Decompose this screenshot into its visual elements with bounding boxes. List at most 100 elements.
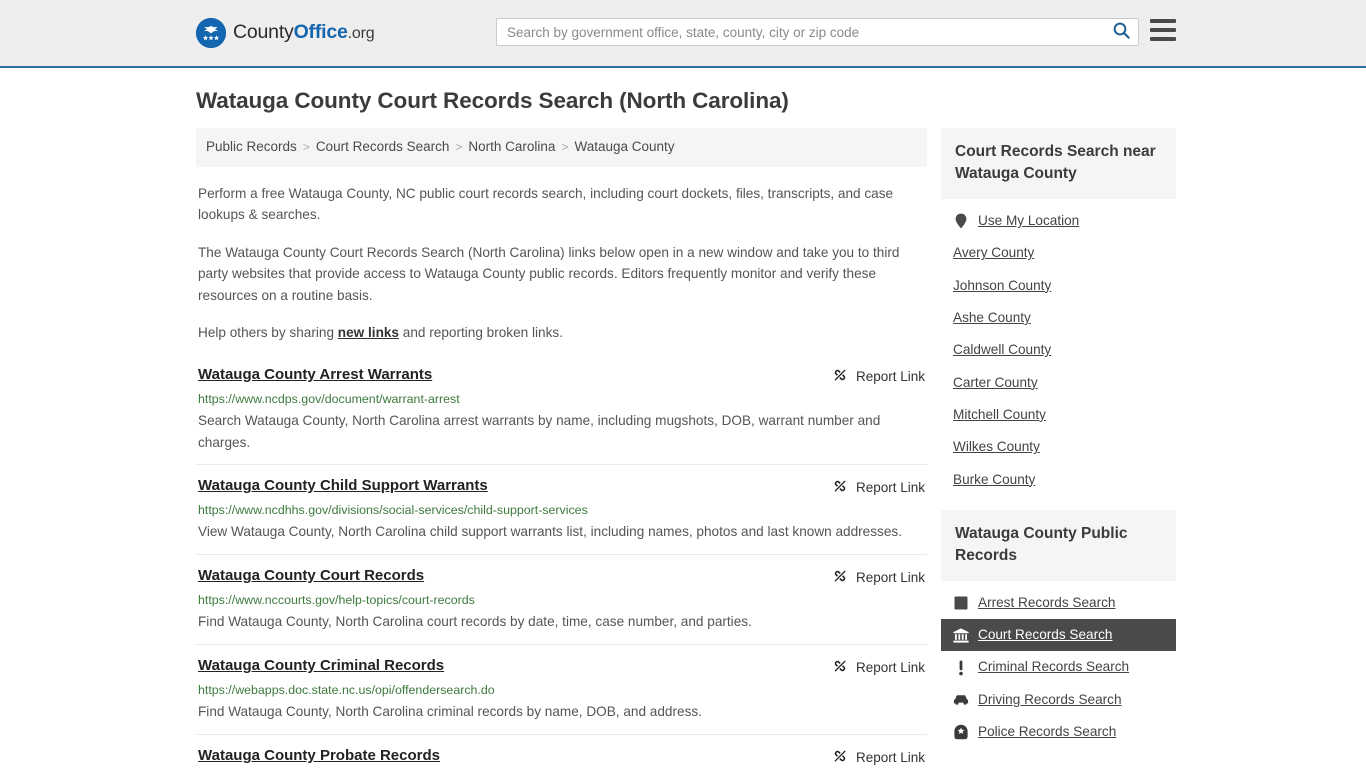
map-pin-icon [953, 213, 969, 229]
nearby-item-wilkes-county[interactable]: Wilkes County [941, 431, 1176, 463]
search-icon [1113, 22, 1130, 42]
nearby-item-label: Johnson County [953, 277, 1052, 293]
site-logo[interactable]: CountyOffice.org [196, 18, 375, 48]
hamburger-bar [1150, 37, 1176, 41]
public-records-item-arrest-records-search[interactable]: Arrest Records Search [941, 587, 1176, 619]
public-records-item-police-records-search[interactable]: Police Records Search [941, 716, 1176, 748]
intro-text: Perform a free Watauga County, NC public… [196, 183, 927, 344]
result-item: Watauga County Court Records Report Link h… [196, 554, 927, 644]
public-records-item-driving-records-search[interactable]: Driving Records Search [941, 684, 1176, 716]
result-title-link[interactable]: Watauga County Arrest Warrants [198, 366, 432, 385]
public-records-item-label: Court Records Search [978, 627, 1113, 643]
broken-link-icon [832, 658, 848, 677]
report-link-button[interactable]: Report Link [832, 366, 925, 386]
page-container: Watauga County Court Records Search (Nor… [0, 88, 1366, 768]
result-url: https://www.ncdps.gov/document/warrant-a… [198, 391, 460, 406]
result-header: Watauga County Court Records Report Link [198, 567, 925, 587]
public-records-list: Arrest Records Search Court Records Searc… [941, 581, 1176, 749]
breadcrumb-current: Watauga County [574, 139, 675, 154]
breadcrumb-link[interactable]: Public Records [206, 138, 297, 157]
result-title-link[interactable]: Watauga County Child Support Warrants [198, 477, 488, 496]
report-link-label: Report Link [855, 368, 925, 384]
logo-text-office: Office [293, 21, 348, 44]
nearby-item-use-my-location[interactable]: Use My Location [941, 205, 1176, 237]
police-badge-icon [953, 724, 969, 740]
nearby-list: Use My Location Avery County Johnson Count… [941, 199, 1176, 496]
search-bar [496, 18, 1139, 46]
breadcrumb-separator: > [302, 140, 310, 155]
page-title: Watauga County Court Records Search (Nor… [196, 88, 789, 113]
result-description: Find Watauga County, North Carolina cour… [198, 614, 752, 630]
nearby-item-carter-county[interactable]: Carter County [941, 367, 1176, 399]
site-logo-text: CountyOffice.org [233, 21, 375, 44]
result-title-link[interactable]: Watauga County Criminal Records [198, 657, 444, 676]
hamburger-bar [1150, 28, 1176, 32]
nearby-item-avery-county[interactable]: Avery County [941, 237, 1176, 269]
hamburger-bar [1150, 19, 1176, 23]
result-url: https://www.ncdhhs.gov/divisions/social-… [198, 503, 588, 518]
intro-paragraph-3: Help others by sharing new links and rep… [198, 322, 925, 343]
breadcrumb-separator: > [455, 140, 463, 155]
courthouse-icon [953, 627, 969, 643]
intro-p3-after: and reporting broken links. [399, 325, 563, 341]
breadcrumb-separator: > [561, 140, 569, 155]
result-header: Watauga County Criminal Records Report Li… [198, 657, 925, 677]
nearby-item-label: Mitchell County [953, 406, 1046, 422]
hamburger-menu-icon[interactable] [1150, 19, 1176, 41]
broken-link-icon [832, 478, 848, 497]
nearby-item-johnson-county[interactable]: Johnson County [941, 270, 1176, 302]
nearby-item-label: Caldwell County [953, 342, 1052, 358]
nearby-item-caldwell-county[interactable]: Caldwell County [941, 334, 1176, 366]
breadcrumb: Public Records > Court Records Search > Nort… [196, 128, 927, 167]
breadcrumb-link[interactable]: North Carolina [468, 138, 555, 157]
logo-text-county: County [233, 21, 294, 44]
result-title-link[interactable]: Watauga County Court Records [198, 567, 424, 586]
nearby-item-ashe-county[interactable]: Ashe County [941, 302, 1176, 334]
report-link-label: Report Link [855, 480, 925, 496]
report-link-button[interactable]: Report Link [832, 567, 925, 587]
intro-paragraph-2: The Watauga County Court Records Search … [198, 244, 900, 303]
public-records-item-label: Police Records Search [978, 724, 1117, 740]
intro-p3-before: Help others by sharing [198, 325, 338, 341]
result-header: Watauga County Arrest Warrants Report Lin… [198, 366, 925, 386]
nearby-item-burke-county[interactable]: Burke County [941, 464, 1176, 496]
report-link-button[interactable]: Report Link [832, 747, 925, 767]
fingerprint-square-icon [953, 595, 969, 611]
public-records-item-label: Driving Records Search [978, 691, 1122, 707]
nearby-item-label: Use My Location [978, 213, 1080, 228]
site-header: CountyOffice.org [0, 0, 1366, 68]
public-records-panel-heading: Watauga County Public Records [941, 509, 1176, 581]
result-description: View Watauga County, North Carolina chil… [198, 524, 902, 540]
content-columns: Public Records > Court Records Search > Nort… [196, 128, 1176, 768]
search-input[interactable] [497, 19, 1104, 45]
breadcrumb-link[interactable]: Court Records Search [316, 138, 450, 157]
result-item: Watauga County Child Support Warrants Rep… [196, 464, 927, 554]
nearby-item-label: Burke County [953, 471, 1036, 487]
result-description: Find Watauga County, North Carolina crim… [198, 704, 702, 720]
broken-link-icon [832, 568, 848, 587]
nearby-item-label: Wilkes County [953, 439, 1040, 455]
result-list: Watauga County Arrest Warrants Report Lin… [196, 362, 927, 768]
car-icon [953, 692, 969, 708]
nearby-item-label: Carter County [953, 374, 1038, 390]
result-item: Watauga County Arrest Warrants Report Lin… [196, 362, 927, 465]
new-links-link[interactable]: new links [338, 325, 399, 340]
public-records-item-court-records-search[interactable]: Court Records Search [941, 619, 1176, 652]
result-title-link[interactable]: Watauga County Probate Records [198, 747, 440, 766]
broken-link-icon [832, 367, 848, 386]
search-button[interactable] [1104, 19, 1138, 45]
public-records-item-label: Arrest Records Search [978, 594, 1116, 610]
report-link-button[interactable]: Report Link [832, 657, 925, 677]
public-records-item-criminal-records-search[interactable]: Criminal Records Search [941, 651, 1176, 683]
nearby-item-mitchell-county[interactable]: Mitchell County [941, 399, 1176, 431]
result-description: Search Watauga County, North Carolina ar… [198, 412, 881, 450]
report-link-button[interactable]: Report Link [832, 477, 925, 497]
report-link-label: Report Link [855, 749, 925, 765]
result-url: https://webapps.doc.state.nc.us/opi/offe… [198, 683, 495, 698]
broken-link-icon [832, 748, 848, 767]
result-item: Watauga County Probate Records Report Lin… [196, 733, 927, 768]
intro-paragraph-1: Perform a free Watauga County, NC public… [198, 185, 894, 223]
nearby-item-label: Ashe County [953, 309, 1031, 325]
exclamation-icon [953, 660, 969, 676]
logo-text-org: .org [347, 25, 375, 43]
